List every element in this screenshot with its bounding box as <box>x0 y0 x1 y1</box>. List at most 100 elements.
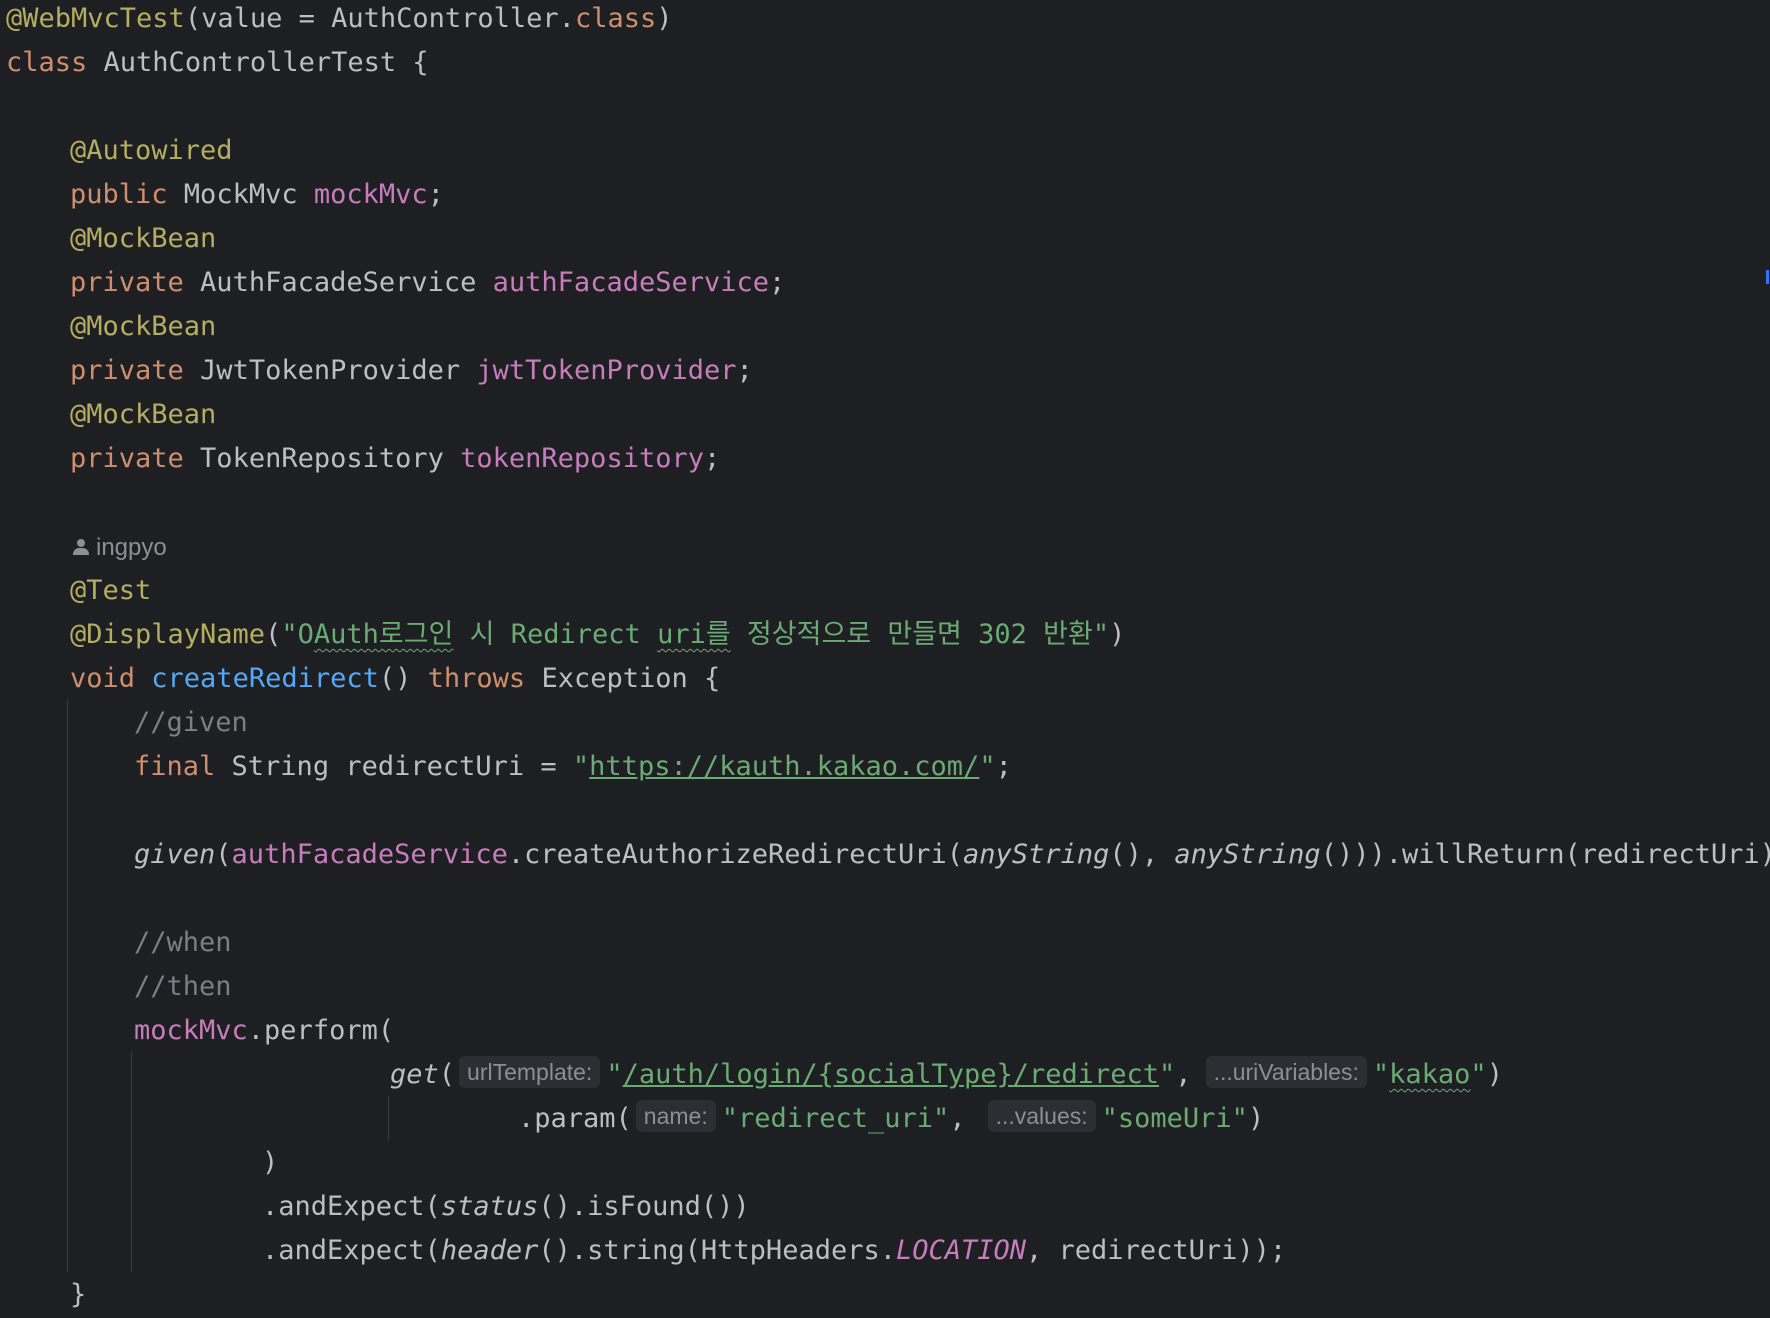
url-path-link[interactable]: /auth/login/{socialType}/redirect <box>623 1059 1159 1090</box>
annotation: @WebMvcTest <box>6 3 185 34</box>
annotation: @MockBean <box>70 311 217 342</box>
declaration: String redirectUri = <box>215 751 573 782</box>
string-quote: " <box>979 751 996 782</box>
paren: ( <box>265 619 282 650</box>
string-literal: "O <box>281 619 314 650</box>
string-quote: " <box>1470 1059 1487 1090</box>
method-call: .createAuthorizeRedirectUri( <box>507 839 964 870</box>
string-literal-typo: uri를 <box>657 619 731 650</box>
field-name: tokenRepository <box>460 443 704 474</box>
semicolon: ; <box>703 443 721 474</box>
code-line-26[interactable]: ) <box>262 1141 278 1185</box>
code-line-19[interactable]: given(authFacadeService.createAuthorizeR… <box>134 833 1770 877</box>
field-name: authFacadeService <box>231 839 508 870</box>
static-method-call: header <box>440 1235 539 1266</box>
code-line-1[interactable]: @WebMvcTest(value = AuthController.class… <box>6 0 673 41</box>
code-line-15[interactable]: void createRedirect() throws Exception { <box>70 657 720 701</box>
method-call: , redirectUri)); <box>1026 1235 1287 1266</box>
keyword: private <box>70 443 184 474</box>
author-name: ingpyo <box>96 534 167 561</box>
code-line-14[interactable]: @DisplayName("OAuth로그인 시 Redirect uri를 정… <box>70 613 1125 657</box>
code-line-23[interactable]: mockMvc.perform( <box>134 1009 394 1053</box>
static-method-call: get <box>390 1059 439 1090</box>
code-line-5[interactable]: public MockMvc mockMvc; <box>70 173 444 217</box>
paren: ) <box>1109 619 1126 650</box>
code-line-28[interactable]: .andExpect(header().string(HttpHeaders.L… <box>262 1229 1286 1273</box>
static-constant: LOCATION <box>895 1235 1027 1266</box>
code-line-22[interactable]: //then <box>134 965 232 1009</box>
annotation: @Autowired <box>70 135 233 166</box>
code-author-hint[interactable]: ingpyo <box>72 525 167 569</box>
parameter-hint: ...uriVariables: <box>1205 1056 1367 1088</box>
paren: ) <box>1486 1059 1503 1090</box>
keyword: class <box>6 47 88 78</box>
semicolon: ; <box>427 179 444 210</box>
code-line-25[interactable]: .param(name: "redirect_uri", ...values: "so… <box>518 1097 1264 1141</box>
string-literal: "someUri" <box>1101 1103 1248 1134</box>
annotation: @MockBean <box>70 399 217 430</box>
keyword: public <box>70 179 168 210</box>
keyword: private <box>70 267 184 298</box>
code-line-10[interactable]: @MockBean <box>70 393 216 437</box>
semicolon: ; <box>736 355 753 386</box>
string-literal: "redirect_uri" <box>721 1103 950 1134</box>
string-quote: " <box>606 1059 623 1090</box>
field-name: jwtTokenProvider <box>476 355 737 386</box>
paren: (), <box>1109 839 1175 870</box>
url-link[interactable]: https://kauth.kakao.com/ <box>589 751 979 782</box>
params: () <box>378 663 428 694</box>
field-name: mockMvc <box>313 179 428 210</box>
keyword: private <box>70 355 184 386</box>
method-call: .andExpect( <box>262 1235 441 1266</box>
code-line-4[interactable]: @Autowired <box>70 129 233 173</box>
user-icon <box>72 537 90 557</box>
type-name: MockMvc <box>167 179 314 210</box>
annotation: @DisplayName <box>70 619 266 650</box>
string-literal: 정상적으로 만들면 302 반환" <box>730 619 1110 650</box>
type-name: AuthFacadeService <box>183 267 493 298</box>
method-call: ().isFound()) <box>538 1191 750 1222</box>
code-line-7[interactable]: private AuthFacadeService authFacadeServ… <box>70 261 785 305</box>
comment: //given <box>134 707 248 738</box>
code-line-27[interactable]: .andExpect(status().isFound()) <box>262 1185 750 1229</box>
code-line-6[interactable]: @MockBean <box>70 217 216 261</box>
parameter-hint: urlTemplate: <box>459 1056 601 1088</box>
code-line-8[interactable]: @MockBean <box>70 305 216 349</box>
static-method-call: status <box>440 1191 539 1222</box>
exception-type: Exception { <box>525 663 721 694</box>
code-line-24[interactable]: get(urlTemplate: "/auth/login/{socialType… <box>390 1053 1503 1097</box>
annotation-args: (value = AuthController. <box>184 3 575 34</box>
code-line-17[interactable]: final String redirectUri = "https://kaut… <box>134 745 1012 789</box>
paren: ) <box>656 3 673 34</box>
paren: ) <box>262 1147 279 1178</box>
comma: , <box>1175 1059 1192 1090</box>
method-name: createRedirect <box>135 663 379 694</box>
paren: ( <box>438 1059 456 1090</box>
keyword: throws <box>427 663 526 694</box>
method-call: .andExpect( <box>262 1191 441 1222</box>
type-name: JwtTokenProvider <box>183 355 477 386</box>
code-line-16[interactable]: //given <box>134 701 248 745</box>
parameter-hint: ...values: <box>987 1100 1096 1132</box>
code-line-11[interactable]: private TokenRepository tokenRepository; <box>70 437 720 481</box>
static-method-call: given <box>134 839 216 870</box>
semicolon: ; <box>769 267 786 298</box>
annotation: @MockBean <box>70 223 217 254</box>
static-method-call: anyString <box>963 839 1110 870</box>
keyword: final <box>134 751 216 782</box>
code-editor[interactable]: @WebMvcTest(value = AuthController.class… <box>0 0 1770 1318</box>
keyword: class <box>574 3 657 34</box>
string-literal: 시 Redirect <box>453 619 658 650</box>
code-line-29[interactable]: } <box>70 1273 86 1317</box>
class-declaration: AuthControllerTest { <box>87 47 429 78</box>
type-name: TokenRepository <box>183 443 461 474</box>
code-line-9[interactable]: private JwtTokenProvider jwtTokenProvide… <box>70 349 753 393</box>
paren: ) <box>1247 1103 1265 1134</box>
code-line-13[interactable]: @Test <box>70 569 151 613</box>
paren: ( <box>215 839 232 870</box>
code-line-21[interactable]: //when <box>134 921 232 965</box>
string-quote: " <box>1159 1059 1176 1090</box>
method-call: .perform( <box>247 1015 395 1046</box>
method-call: ().string(HttpHeaders. <box>538 1235 896 1266</box>
code-line-2[interactable]: class AuthControllerTest { <box>6 41 429 85</box>
